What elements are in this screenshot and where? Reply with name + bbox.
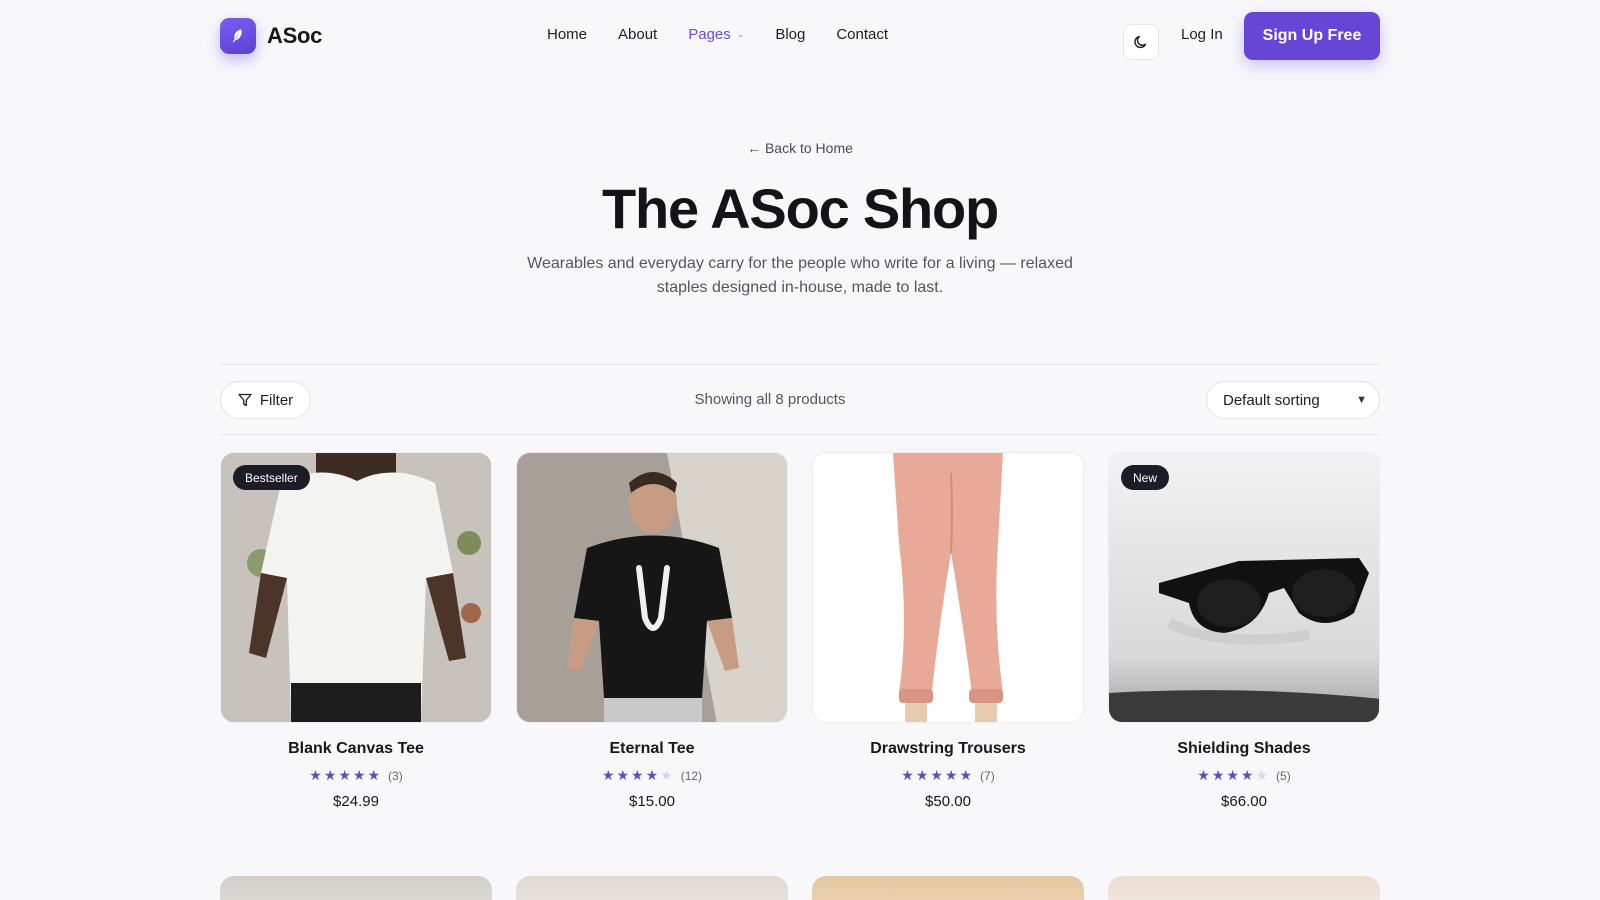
product-image[interactable]: Bestseller — [220, 452, 492, 723]
star-empty-icon: ★ — [1255, 767, 1271, 783]
review-count: (3) — [388, 769, 403, 783]
nav-home[interactable]: Home — [547, 26, 587, 43]
page-title: The ASoc Shop — [601, 177, 999, 240]
signup-button[interactable]: Sign Up Free — [1244, 12, 1380, 60]
star-icon: ★★★★ — [1197, 767, 1256, 783]
product-price: $15.00 — [629, 793, 675, 810]
product-card[interactable]: Bestseller Blank Canvas Tee ★★★★★ (3) $24… — [220, 452, 492, 810]
product-card[interactable]: Drawstring Trousers ★★★★★ (7) $50.00 — [812, 452, 1084, 810]
nav-contact[interactable]: Contact — [836, 26, 888, 43]
product-price: $66.00 — [1221, 793, 1267, 810]
divider — [220, 364, 1380, 365]
tshirt-photo-art — [221, 453, 491, 722]
product-image[interactable] — [812, 876, 1084, 900]
product-rating: ★★★★★ (12) — [516, 767, 788, 784]
product-name[interactable]: Shielding Shades — [1108, 740, 1380, 758]
product-card[interactable]: Eternal Tee ★★★★★ (12) $15.00 — [516, 452, 788, 810]
product-name[interactable]: Drawstring Trousers — [812, 740, 1084, 758]
brand-name: ASoc — [267, 23, 323, 48]
product-image[interactable] — [1108, 876, 1380, 900]
product-badge: Bestseller — [233, 465, 310, 490]
divider — [220, 434, 1380, 435]
star-icon: ★★★★★ — [901, 767, 975, 783]
chevron-down-icon: ⌄ — [736, 29, 745, 39]
result-count: Showing all 8 products — [694, 391, 846, 408]
login-link[interactable]: Log In — [1181, 26, 1223, 43]
product-price: $50.00 — [925, 793, 971, 810]
product-badge: New — [1121, 465, 1170, 490]
sort-select[interactable]: Default sorting ▼ — [1206, 381, 1380, 419]
product-name[interactable]: Blank Canvas Tee — [220, 740, 492, 758]
product-name[interactable]: Eternal Tee — [516, 740, 788, 758]
nav-blog[interactable]: Blog — [775, 26, 805, 43]
product-rating: ★★★★★ (7) — [812, 767, 1084, 784]
brand-logo[interactable]: ASoc — [220, 18, 322, 54]
product-image[interactable] — [812, 452, 1084, 723]
back-to-home-link[interactable]: ← Back to Home — [220, 140, 1380, 156]
product-image[interactable]: New — [1108, 452, 1380, 723]
product-image[interactable] — [220, 876, 492, 900]
review-count: (5) — [1276, 769, 1291, 783]
caret-down-icon: ▼ — [1356, 394, 1367, 406]
nav-about[interactable]: About — [618, 26, 657, 43]
star-icon: ★★★★★ — [309, 767, 383, 783]
review-count: (7) — [980, 769, 995, 783]
feather-icon — [220, 18, 256, 54]
star-empty-icon: ★ — [660, 767, 675, 783]
black-tee-photo-art — [517, 453, 787, 722]
product-rating: ★★★★★ (3) — [220, 767, 492, 784]
moon-icon — [1134, 35, 1147, 49]
main-nav: Home About Pages ⌄ Blog Contact — [547, 26, 919, 43]
nav-pages-label: Pages — [688, 26, 731, 43]
theme-toggle-button[interactable] — [1123, 24, 1159, 60]
product-image[interactable] — [516, 876, 788, 900]
product-card[interactable]: New Shielding Shades ★★★★★ (5) $66.00 — [1108, 452, 1380, 810]
nav-pages[interactable]: Pages ⌄ — [688, 26, 744, 43]
review-count: (12) — [680, 769, 703, 783]
product-rating: ★★★★★ (5) — [1108, 767, 1380, 784]
product-price: $24.99 — [333, 793, 379, 810]
page-subtitle: Wearables and everyday carry for the peo… — [527, 255, 1073, 296]
star-icon: ★★★★ — [601, 767, 661, 783]
site-header: ASoc Home About Pages ⌄ Blog Contact Log … — [220, 12, 1380, 60]
sort-value: Default sorting — [1223, 391, 1320, 409]
trousers-photo-art — [813, 453, 1083, 722]
product-image[interactable] — [516, 452, 788, 723]
sunglasses-photo-art — [1109, 453, 1379, 722]
